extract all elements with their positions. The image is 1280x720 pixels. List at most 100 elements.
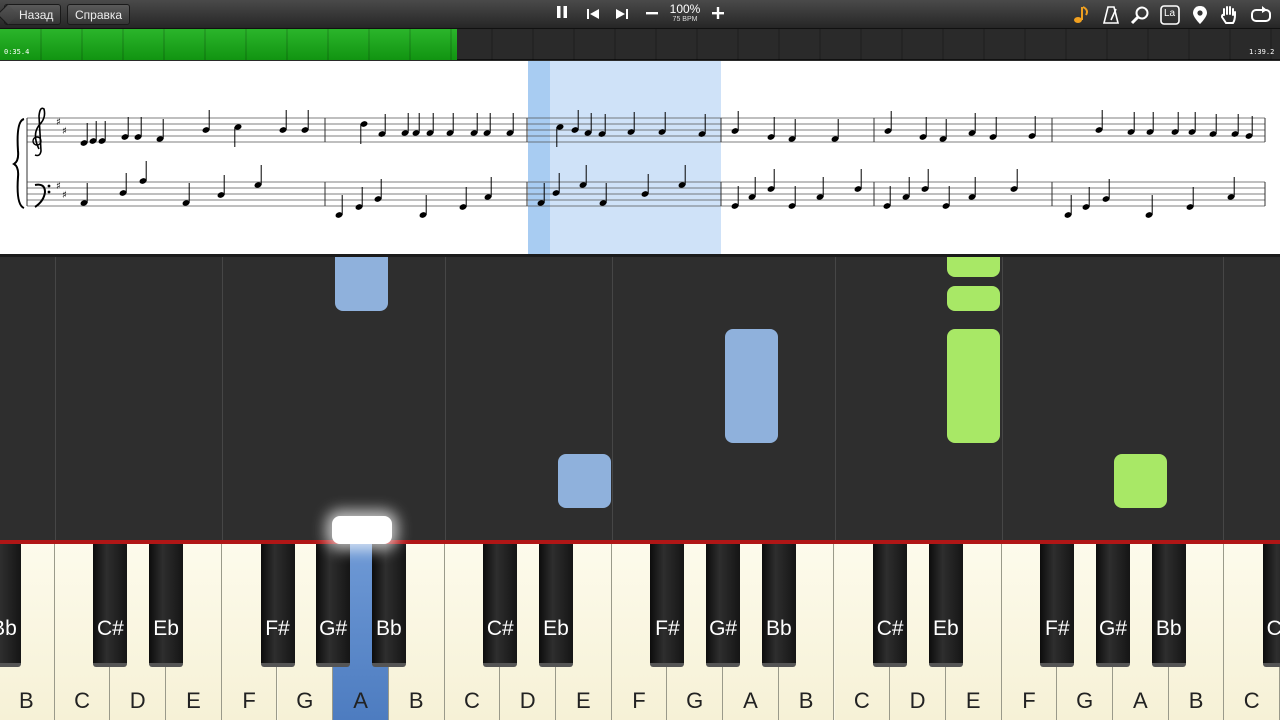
slower-button[interactable] bbox=[641, 5, 663, 25]
key-label: B bbox=[408, 688, 424, 713]
total-time: 1:39.2 bbox=[1249, 48, 1275, 56]
playhead-cursor bbox=[528, 61, 550, 254]
key-label: F bbox=[1022, 688, 1036, 713]
key-label: D bbox=[519, 688, 536, 713]
key-label: F bbox=[242, 688, 256, 713]
sheet-music-toggle[interactable] bbox=[1071, 5, 1093, 25]
zoom-button[interactable] bbox=[1130, 5, 1152, 25]
piano-key-f-sharp[interactable]: F# bbox=[260, 542, 295, 667]
keyboard-top-line bbox=[0, 540, 1280, 544]
location-pin-icon bbox=[1193, 6, 1207, 24]
piano-key-bb[interactable]: Bb bbox=[0, 542, 21, 667]
top-toolbar: Назад Справка 100% 75 BPM La bbox=[0, 0, 1280, 29]
key-label: B bbox=[798, 688, 814, 713]
piano-keyboard: B C D E F G A B C D E F G A B C D E F G A B C Bb C# Eb F# G# Bb C# Eb F… bbox=[0, 542, 1280, 720]
falling-notes-area bbox=[0, 254, 1280, 542]
key-label: Eb bbox=[543, 617, 569, 640]
speed-percent: 100% bbox=[669, 2, 701, 16]
sheet-music-staff: ♯ ♯ ♯ ♯ bbox=[12, 61, 1266, 254]
piano-key-eb[interactable]: Eb bbox=[539, 542, 573, 667]
sheet-music[interactable]: ♯ ♯ ♯ ♯ bbox=[0, 61, 1280, 254]
pause-icon bbox=[557, 6, 567, 18]
treble-clef bbox=[34, 107, 46, 157]
key-label: Bb bbox=[376, 617, 402, 640]
help-button[interactable]: Справка bbox=[67, 4, 131, 25]
key-label: C bbox=[1243, 688, 1260, 713]
previous-button[interactable] bbox=[582, 5, 604, 25]
grand-staff-brace bbox=[12, 118, 25, 209]
next-button[interactable] bbox=[611, 5, 633, 25]
back-button[interactable]: Назад bbox=[4, 4, 62, 25]
svg-text:♯: ♯ bbox=[56, 181, 61, 192]
falling-note-left-hand bbox=[558, 454, 611, 508]
key-label: C# bbox=[1266, 617, 1280, 640]
piano-key-c-sharp[interactable]: C# bbox=[93, 542, 128, 667]
key-label: F# bbox=[265, 617, 290, 640]
piano-key-bb[interactable]: Bb bbox=[371, 542, 406, 667]
piano-key-f-sharp[interactable]: F# bbox=[650, 542, 685, 667]
pause-button[interactable] bbox=[551, 5, 573, 25]
piano-key-bb[interactable]: Bb bbox=[761, 542, 796, 667]
speed-bpm: 75 BPM bbox=[672, 16, 698, 23]
key-label: Bb bbox=[765, 617, 792, 640]
metronome-button[interactable] bbox=[1101, 5, 1123, 25]
note-names-button[interactable]: La bbox=[1160, 5, 1182, 25]
svg-text:♯: ♯ bbox=[62, 190, 67, 201]
key-label: Eb bbox=[933, 617, 959, 640]
key-label: G bbox=[1076, 688, 1094, 713]
key-label: A bbox=[743, 688, 758, 713]
skip-forward-icon bbox=[616, 9, 628, 19]
piano-key-g-sharp[interactable]: G# bbox=[316, 542, 351, 667]
synthesia-player: Назад Справка 100% 75 BPM La 0:35.4 1:39… bbox=[0, 0, 1280, 720]
plus-icon bbox=[712, 7, 724, 19]
key-label: E bbox=[186, 688, 201, 713]
svg-text:♯: ♯ bbox=[56, 117, 61, 128]
key-label: D bbox=[909, 688, 926, 713]
metronome-icon bbox=[1102, 6, 1120, 24]
falling-note-right-hand bbox=[947, 257, 1000, 277]
minus-icon bbox=[646, 12, 658, 15]
key-label: F bbox=[632, 688, 646, 713]
note-icon bbox=[1074, 6, 1088, 23]
key-label: G bbox=[296, 688, 314, 713]
key-label: B bbox=[1188, 688, 1204, 713]
key-label: C bbox=[74, 688, 90, 713]
elapsed-time: 0:35.4 bbox=[4, 48, 30, 56]
hands-button[interactable] bbox=[1219, 5, 1241, 25]
song-progress-bar[interactable] bbox=[0, 29, 1280, 60]
key-label: C# bbox=[486, 617, 514, 640]
key-label: C bbox=[463, 688, 480, 713]
current-measure-highlight bbox=[528, 61, 721, 254]
key-label: Bb bbox=[0, 617, 17, 640]
key-label: F# bbox=[655, 617, 680, 640]
bookmark-button[interactable] bbox=[1190, 5, 1212, 25]
key-label: E bbox=[576, 688, 591, 713]
zoom-icon bbox=[1130, 6, 1149, 25]
loop-button[interactable] bbox=[1250, 5, 1272, 25]
piano-key-c-sharp[interactable]: C# bbox=[873, 542, 908, 667]
key-label: C# bbox=[96, 617, 124, 640]
piano-key-g-sharp[interactable]: G# bbox=[1096, 542, 1130, 667]
piano-key-eb[interactable]: Eb bbox=[149, 542, 184, 667]
key-label: D bbox=[129, 688, 146, 713]
piano-key-c-sharp[interactable]: C# bbox=[1263, 542, 1280, 667]
piano-key-c-sharp[interactable]: C# bbox=[483, 542, 518, 667]
svg-text:♯: ♯ bbox=[62, 126, 67, 137]
piano-key-eb[interactable]: Eb bbox=[928, 542, 963, 667]
faster-button[interactable] bbox=[707, 5, 729, 25]
key-label: G bbox=[686, 688, 704, 713]
falling-note-right-hand bbox=[947, 329, 1000, 443]
falling-note-left-hand bbox=[335, 257, 388, 311]
piano-key-bb[interactable]: Bb bbox=[1151, 542, 1186, 667]
note-hit-glow bbox=[332, 516, 392, 544]
key-label: G# bbox=[319, 617, 348, 640]
falling-note-left-hand bbox=[725, 329, 778, 443]
key-label: G# bbox=[1098, 617, 1127, 640]
key-label: A bbox=[353, 688, 368, 713]
piano-key-f-sharp[interactable]: F# bbox=[1040, 542, 1075, 667]
speed-display: 100% 75 BPM bbox=[666, 3, 704, 24]
piano-key-g-sharp[interactable]: G# bbox=[706, 542, 741, 667]
loop-icon bbox=[1251, 6, 1271, 22]
progress-ticks bbox=[40, 29, 1272, 60]
key-label: G# bbox=[709, 617, 738, 640]
